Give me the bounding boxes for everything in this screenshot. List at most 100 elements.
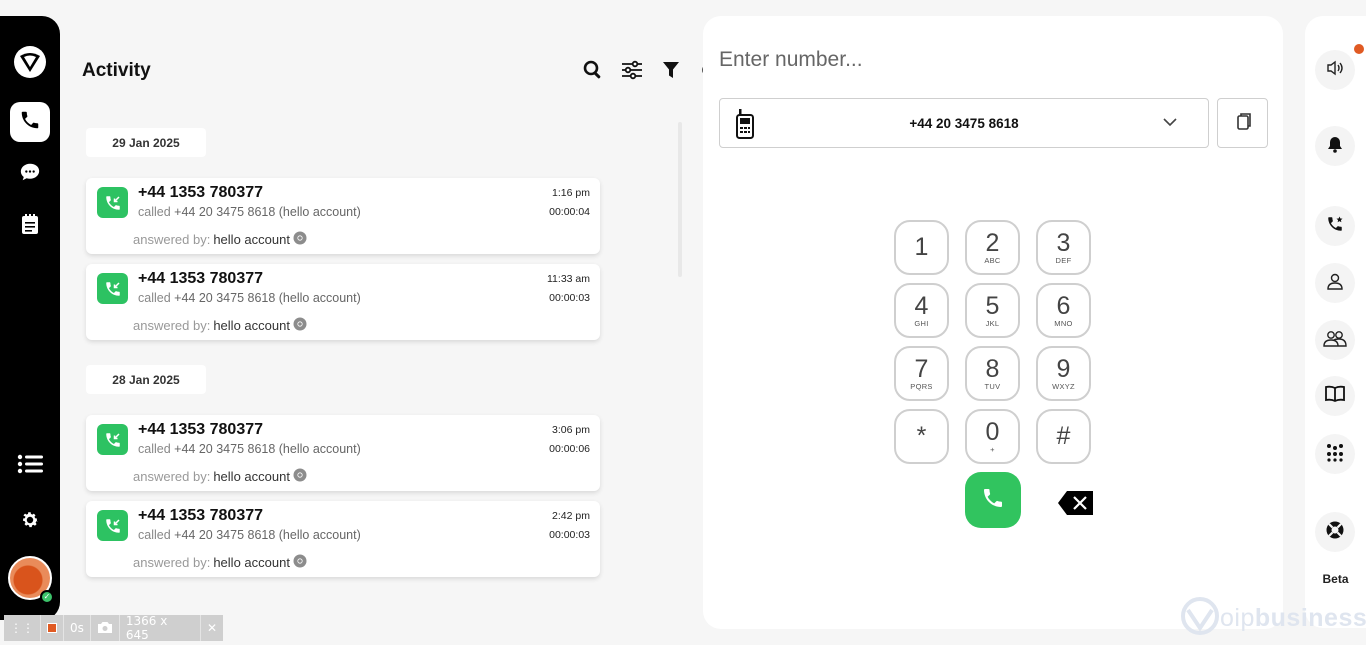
incoming-call-icon — [97, 510, 128, 541]
key-star[interactable]: * — [894, 409, 949, 464]
logo-icon[interactable] — [12, 44, 48, 80]
copy-button[interactable] — [1217, 98, 1268, 148]
chrome-icon — [293, 554, 307, 571]
date-header: 29 Jan 2025 — [86, 128, 206, 157]
key-hash[interactable]: # — [1036, 409, 1091, 464]
presence-check-icon: ✓ — [40, 590, 54, 604]
close-button[interactable]: ✕ — [201, 615, 223, 641]
chrome-icon — [293, 317, 307, 334]
lifebuoy-icon — [1325, 520, 1345, 545]
gear-icon — [19, 509, 41, 536]
drag-handle[interactable]: ⋮⋮ — [4, 615, 41, 641]
chevron-down-icon — [1162, 114, 1178, 135]
volume-button[interactable] — [1315, 50, 1355, 90]
called-line: called +44 20 3475 8618 (hello account) — [138, 442, 361, 456]
outbound-line-select[interactable]: +44 20 3475 8618 — [719, 98, 1209, 148]
user-icon — [1326, 272, 1344, 295]
call-time: 3:06 pm — [552, 424, 590, 436]
call-duration: 00:00:04 — [549, 206, 590, 218]
page-title: Activity — [82, 60, 151, 81]
chrome-icon — [293, 231, 307, 248]
contacts-group-button[interactable] — [1315, 320, 1355, 360]
right-rail: Beta — [1305, 16, 1366, 628]
key-9[interactable]: 9 WXYZ — [1036, 346, 1091, 401]
key-4[interactable]: 4 GHI — [894, 283, 949, 338]
search-icon — [583, 60, 603, 85]
search-button[interactable] — [580, 60, 605, 85]
notepad-icon — [20, 213, 40, 240]
caller-number: +44 1353 780377 — [138, 507, 264, 524]
answered-by: answered by: hello account — [133, 231, 307, 248]
nav-chat-button[interactable] — [10, 154, 50, 194]
book-icon — [1325, 385, 1345, 408]
phone-icon — [19, 109, 41, 136]
users-icon — [1323, 329, 1347, 352]
bell-icon — [1326, 135, 1344, 158]
backspace-button[interactable] — [1057, 489, 1095, 522]
chrome-icon — [293, 468, 307, 485]
nav-settings-button[interactable] — [10, 502, 50, 542]
nav-list-button[interactable] — [10, 446, 50, 486]
favorite-calls-button[interactable] — [1315, 206, 1355, 246]
answered-by: answered by: hello account — [133, 317, 307, 334]
dots-grid-icon — [1325, 442, 1345, 467]
selected-line: +44 20 3475 8618 — [909, 116, 1019, 131]
dialer-panel: Enter number... +44 20 3475 8618 1 2 ABC … — [703, 16, 1283, 629]
call-duration: 00:00:03 — [549, 529, 590, 541]
contact-button[interactable] — [1315, 263, 1355, 303]
recorder-toolbar: ⋮⋮ 0s 1366 x 645 ✕ — [4, 614, 223, 642]
call-duration: 00:00:03 — [549, 292, 590, 304]
called-line: called +44 20 3475 8618 (hello account) — [138, 528, 361, 542]
answered-by: answered by: hello account — [133, 554, 307, 571]
caller-number: +44 1353 780377 — [138, 184, 264, 201]
number-input[interactable]: Enter number... — [719, 48, 863, 72]
notification-dot — [1354, 44, 1364, 54]
key-3[interactable]: 3 DEF — [1036, 220, 1091, 275]
call-time: 1:16 pm — [552, 187, 590, 199]
chat-icon — [19, 161, 41, 188]
capture-size: 1366 x 645 — [120, 614, 201, 642]
key-6[interactable]: 6 MNO — [1036, 283, 1091, 338]
call-card[interactable]: +44 1353 780377 called +44 20 3475 8618 … — [86, 178, 600, 254]
key-1[interactable]: 1 — [894, 220, 949, 275]
screenshot-button[interactable] — [91, 615, 120, 641]
elapsed-time: 0s — [64, 615, 91, 641]
nav-notes-button[interactable] — [10, 206, 50, 246]
caller-number: +44 1353 780377 — [138, 270, 264, 287]
scrollbar[interactable] — [678, 122, 682, 277]
incoming-call-icon — [97, 424, 128, 455]
brand-watermark: oipbusiness — [1180, 596, 1366, 641]
call-button[interactable] — [965, 472, 1021, 528]
adjust-button[interactable] — [619, 60, 644, 85]
copy-icon — [1234, 112, 1252, 135]
incoming-call-icon — [97, 187, 128, 218]
list-icon — [17, 453, 43, 480]
phonebook-button[interactable] — [1315, 376, 1355, 416]
dialpad-settings-button[interactable] — [1315, 434, 1355, 474]
stop-button[interactable] — [41, 615, 64, 641]
support-button[interactable] — [1315, 512, 1355, 552]
call-card[interactable]: +44 1353 780377 called +44 20 3475 8618 … — [86, 264, 600, 340]
notifications-button[interactable] — [1315, 126, 1355, 166]
close-icon: ✕ — [206, 621, 217, 635]
call-time: 2:42 pm — [552, 510, 590, 522]
call-card[interactable]: +44 1353 780377 called +44 20 3475 8618 … — [86, 415, 600, 491]
key-7[interactable]: 7 PQRS — [894, 346, 949, 401]
activity-panel: Activity 29 Jan 2025 +44 1353 780377 cal… — [60, 0, 718, 645]
left-nav: ✓ — [0, 16, 60, 620]
call-card[interactable]: +44 1353 780377 called +44 20 3475 8618 … — [86, 501, 600, 577]
called-line: called +44 20 3475 8618 (hello account) — [138, 291, 361, 305]
call-time: 11:33 am — [547, 273, 590, 285]
filter-icon — [662, 61, 680, 84]
key-0[interactable]: 0 + — [965, 409, 1020, 464]
key-2[interactable]: 2 ABC — [965, 220, 1020, 275]
key-8[interactable]: 8 TUV — [965, 346, 1020, 401]
phone-icon — [981, 486, 1005, 515]
call-duration: 00:00:06 — [549, 443, 590, 455]
nav-calls-button[interactable] — [10, 102, 50, 142]
caller-number: +44 1353 780377 — [138, 421, 264, 438]
filter-button[interactable] — [658, 60, 683, 85]
phone-star-icon — [1326, 215, 1344, 238]
key-5[interactable]: 5 JKL — [965, 283, 1020, 338]
stop-icon — [47, 623, 57, 633]
